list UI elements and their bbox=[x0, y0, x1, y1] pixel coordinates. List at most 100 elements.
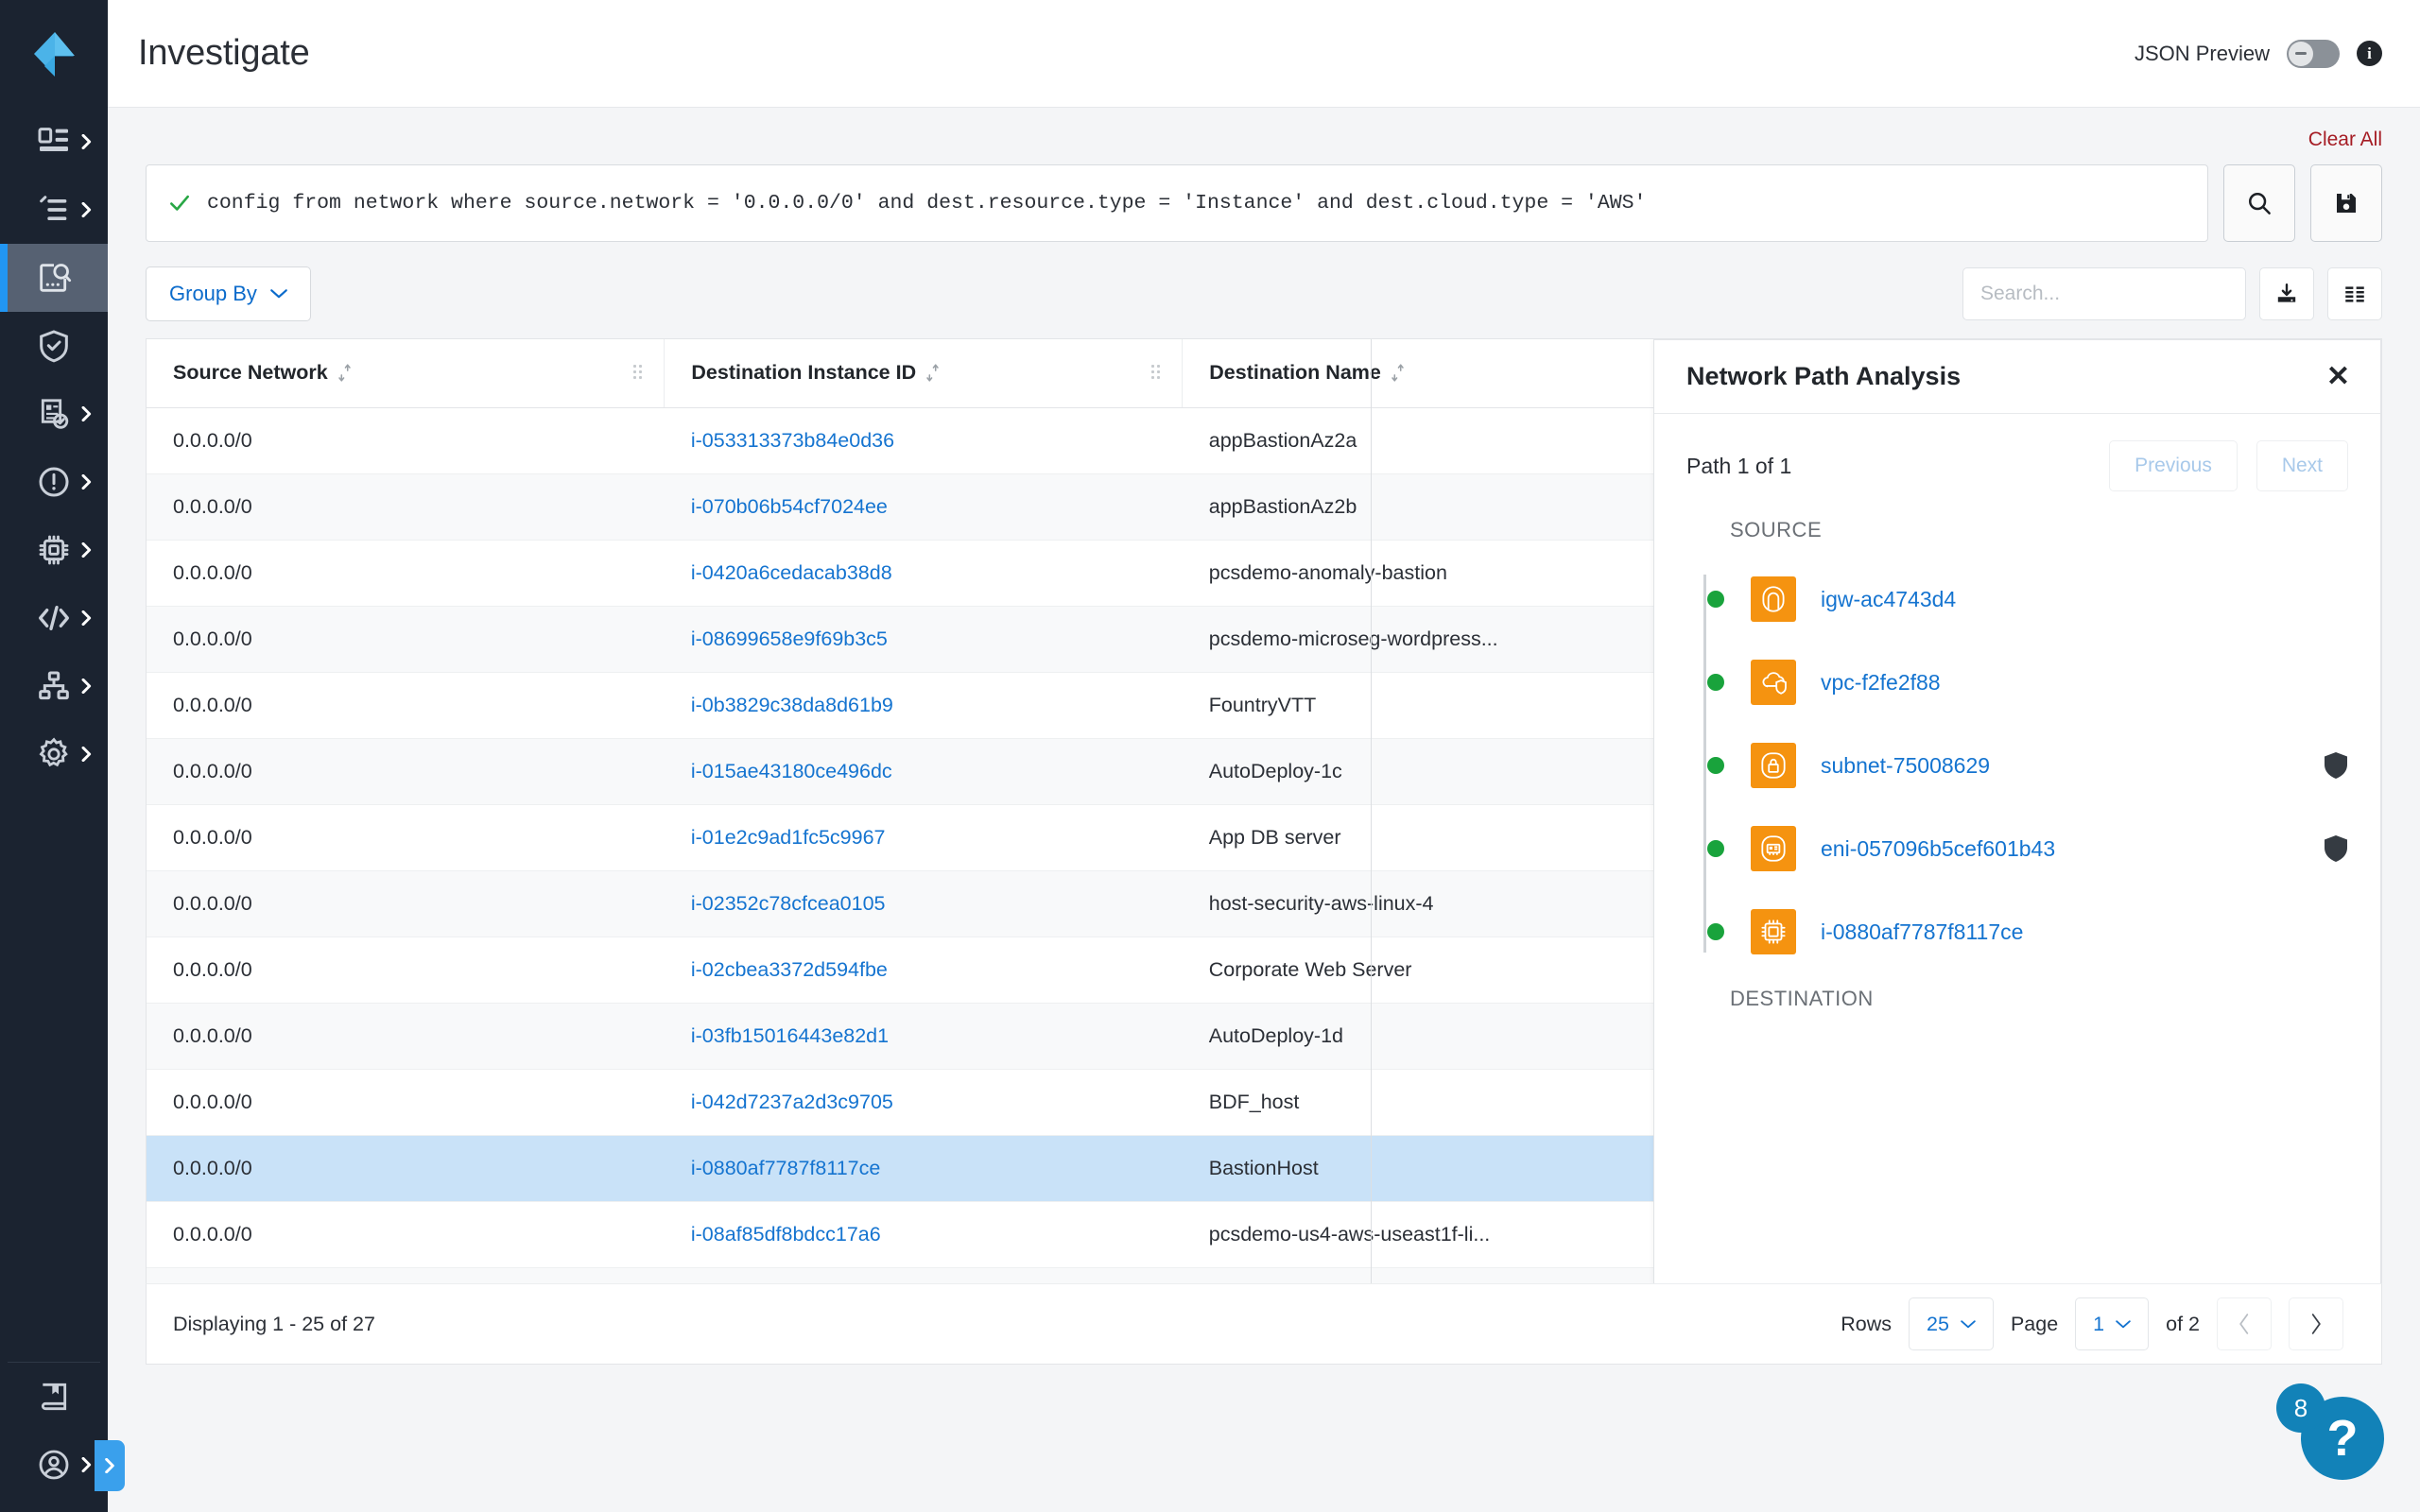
hop-status-dot bbox=[1707, 591, 1724, 608]
internet-gateway-icon bbox=[1762, 586, 1785, 612]
search-input[interactable] bbox=[1980, 283, 2237, 305]
results-table-card: Source Network Destination Instance ID D… bbox=[146, 338, 2382, 1283]
run-search-button[interactable] bbox=[2223, 164, 2295, 242]
sidebar-item-investigate[interactable] bbox=[0, 244, 108, 312]
sidebar-item-compute[interactable] bbox=[0, 516, 108, 584]
cell-instance-id[interactable]: i-0420a6cedacab38d8 bbox=[664, 540, 1183, 607]
cell-instance-id[interactable]: i-0937804317c03173a bbox=[664, 1267, 1183, 1283]
json-preview-toggle[interactable] bbox=[2287, 39, 2340, 68]
app-logo[interactable] bbox=[0, 0, 108, 108]
left-nav-sidebar bbox=[0, 0, 125, 1512]
cell-instance-id[interactable]: i-01e2c9ad1fc5c9967 bbox=[664, 804, 1183, 871]
actions-column-divider bbox=[1371, 339, 1372, 1283]
cell-instance-id[interactable]: i-015ae43180ce496dc bbox=[664, 738, 1183, 805]
column-resize-handle[interactable] bbox=[633, 364, 643, 382]
instance-id-link[interactable]: i-03fb15016443e82d1 bbox=[691, 1024, 889, 1047]
column-header-destination-name[interactable]: Destination Name bbox=[1182, 339, 1702, 408]
shield-icon bbox=[2325, 835, 2347, 862]
instance-id-link[interactable]: i-08699658e9f69b3c5 bbox=[691, 627, 888, 650]
cell-instance-id[interactable]: i-08af85df8bdcc17a6 bbox=[664, 1201, 1183, 1268]
cell-instance-id[interactable]: i-053313373b84e0d36 bbox=[664, 407, 1183, 474]
instance-id-link[interactable]: i-0880af7787f8117ce bbox=[691, 1157, 880, 1179]
hop-resource-link[interactable]: subnet-75008629 bbox=[1821, 753, 1990, 779]
instance-id-link[interactable]: i-015ae43180ce496dc bbox=[691, 760, 892, 782]
page-label: Page bbox=[2010, 1312, 2059, 1335]
rows-per-page-value: 25 bbox=[1927, 1312, 1949, 1335]
previous-page-button[interactable] bbox=[2217, 1297, 2272, 1350]
instance-id-link[interactable]: i-02352c78cfcea0105 bbox=[691, 892, 886, 915]
next-page-button[interactable] bbox=[2289, 1297, 2343, 1350]
network-hop[interactable]: vpc-f2fe2f88 bbox=[1698, 641, 2348, 724]
close-icon[interactable]: ✕ bbox=[2326, 362, 2350, 391]
top-bar-right: JSON Preview i bbox=[2134, 39, 2382, 68]
column-resize-handle[interactable] bbox=[1151, 364, 1161, 382]
page-number-select[interactable]: 1 bbox=[2075, 1297, 2150, 1350]
cell-destination-name: pcsdemo-us4-aws-useast1f-li... bbox=[1182, 1201, 1701, 1268]
sidebar-item-settings[interactable] bbox=[0, 720, 108, 788]
panel-header: Network Path Analysis ✕ bbox=[1654, 340, 2380, 414]
cell-instance-id[interactable]: i-0b3829c38da8d61b9 bbox=[664, 672, 1183, 739]
query-input[interactable]: config from network where source.network… bbox=[146, 164, 2208, 242]
instance-id-link[interactable]: i-042d7237a2d3c9705 bbox=[691, 1091, 893, 1113]
toggle-knob bbox=[2289, 41, 2313, 66]
instance-id-link[interactable]: i-0420a6cedacab38d8 bbox=[691, 561, 892, 584]
instance-id-link[interactable]: i-070b06b54cf7024ee bbox=[691, 495, 888, 518]
hop-resource-link[interactable]: eni-057096b5cef601b43 bbox=[1821, 836, 2055, 862]
sidebar-item-network[interactable] bbox=[0, 652, 108, 720]
search-box[interactable] bbox=[1962, 267, 2246, 320]
sidebar-item-policies[interactable] bbox=[0, 312, 108, 380]
gear-settings-icon bbox=[39, 737, 68, 767]
network-hop[interactable]: i-0880af7787f8117ce bbox=[1698, 890, 2348, 973]
displaying-count: Displaying 1 - 25 of 27 bbox=[173, 1312, 375, 1335]
cell-destination-name: AutoDeploy-1c bbox=[1182, 738, 1701, 805]
network-hop[interactable]: subnet-75008629 bbox=[1698, 724, 2348, 807]
hop-resource-link[interactable]: vpc-f2fe2f88 bbox=[1821, 670, 1941, 696]
cell-instance-id[interactable]: i-03fb15016443e82d1 bbox=[664, 1003, 1183, 1070]
json-preview-label: JSON Preview bbox=[2134, 41, 2270, 65]
chevron-down-icon bbox=[2116, 1319, 2131, 1328]
cell-destination-name: appBastionAz2b bbox=[1182, 473, 1701, 541]
instance-id-link[interactable]: i-053313373b84e0d36 bbox=[691, 429, 894, 452]
columns-list-icon bbox=[2345, 286, 2364, 302]
sidebar-item-account[interactable] bbox=[0, 1431, 108, 1499]
clear-all-button[interactable]: Clear All bbox=[2308, 129, 2382, 151]
rows-per-page-select[interactable]: 25 bbox=[1909, 1297, 1994, 1350]
investigate-page: Investigate JSON Preview i Clear All con… bbox=[0, 0, 2420, 1512]
sidebar-item-inventory[interactable] bbox=[0, 176, 108, 244]
instance-id-link[interactable]: i-08af85df8bdcc17a6 bbox=[691, 1223, 881, 1246]
hop-resource-link[interactable]: i-0880af7787f8117ce bbox=[1821, 919, 2023, 945]
sidebar-expand-button[interactable] bbox=[95, 1440, 125, 1491]
sidebar-item-compliance[interactable] bbox=[0, 380, 108, 448]
network-hop[interactable]: eni-057096b5cef601b43 bbox=[1698, 807, 2348, 890]
sidebar-item-documentation[interactable] bbox=[0, 1363, 108, 1431]
cell-instance-id[interactable]: i-02352c78cfcea0105 bbox=[664, 870, 1183, 937]
sidebar-item-alerts[interactable] bbox=[0, 448, 108, 516]
floppy-save-icon bbox=[2337, 194, 2356, 213]
sidebar-item-code-security[interactable] bbox=[0, 584, 108, 652]
group-by-button[interactable]: Group By bbox=[146, 266, 311, 321]
column-header-source-network[interactable]: Source Network bbox=[147, 339, 666, 408]
instance-id-link[interactable]: i-02cbea3372d594fbe bbox=[691, 958, 888, 981]
cell-instance-id[interactable]: i-0880af7787f8117ce bbox=[664, 1135, 1183, 1202]
download-button[interactable] bbox=[2259, 267, 2314, 320]
subnet-lock-icon bbox=[1761, 752, 1786, 779]
network-hop[interactable]: igw-ac4743d4 bbox=[1698, 558, 2348, 641]
column-header-destination-instance-id[interactable]: Destination Instance ID bbox=[664, 339, 1184, 408]
hop-resource-link[interactable]: igw-ac4743d4 bbox=[1821, 587, 1956, 612]
cell-instance-id[interactable]: i-02cbea3372d594fbe bbox=[664, 936, 1183, 1004]
next-path-button[interactable]: Next bbox=[2256, 440, 2348, 491]
sidebar-item-dashboard[interactable] bbox=[0, 108, 108, 176]
save-query-button[interactable] bbox=[2310, 164, 2382, 242]
cell-instance-id[interactable]: i-08699658e9f69b3c5 bbox=[664, 606, 1183, 673]
instance-id-link[interactable]: i-01e2c9ad1fc5c9967 bbox=[691, 826, 886, 849]
help-button[interactable]: ? 8 bbox=[2276, 1383, 2384, 1480]
hop-status-dot bbox=[1707, 674, 1724, 691]
previous-path-button[interactable]: Previous bbox=[2109, 440, 2238, 491]
cell-instance-id[interactable]: i-042d7237a2d3c9705 bbox=[664, 1069, 1183, 1136]
chevron-right-icon bbox=[81, 679, 92, 694]
columns-button[interactable] bbox=[2327, 267, 2382, 320]
info-icon[interactable]: i bbox=[2357, 41, 2382, 66]
instance-id-link[interactable]: i-0b3829c38da8d61b9 bbox=[691, 694, 893, 716]
cell-instance-id[interactable]: i-070b06b54cf7024ee bbox=[664, 473, 1183, 541]
help-badge-count: 8 bbox=[2276, 1383, 2325, 1433]
